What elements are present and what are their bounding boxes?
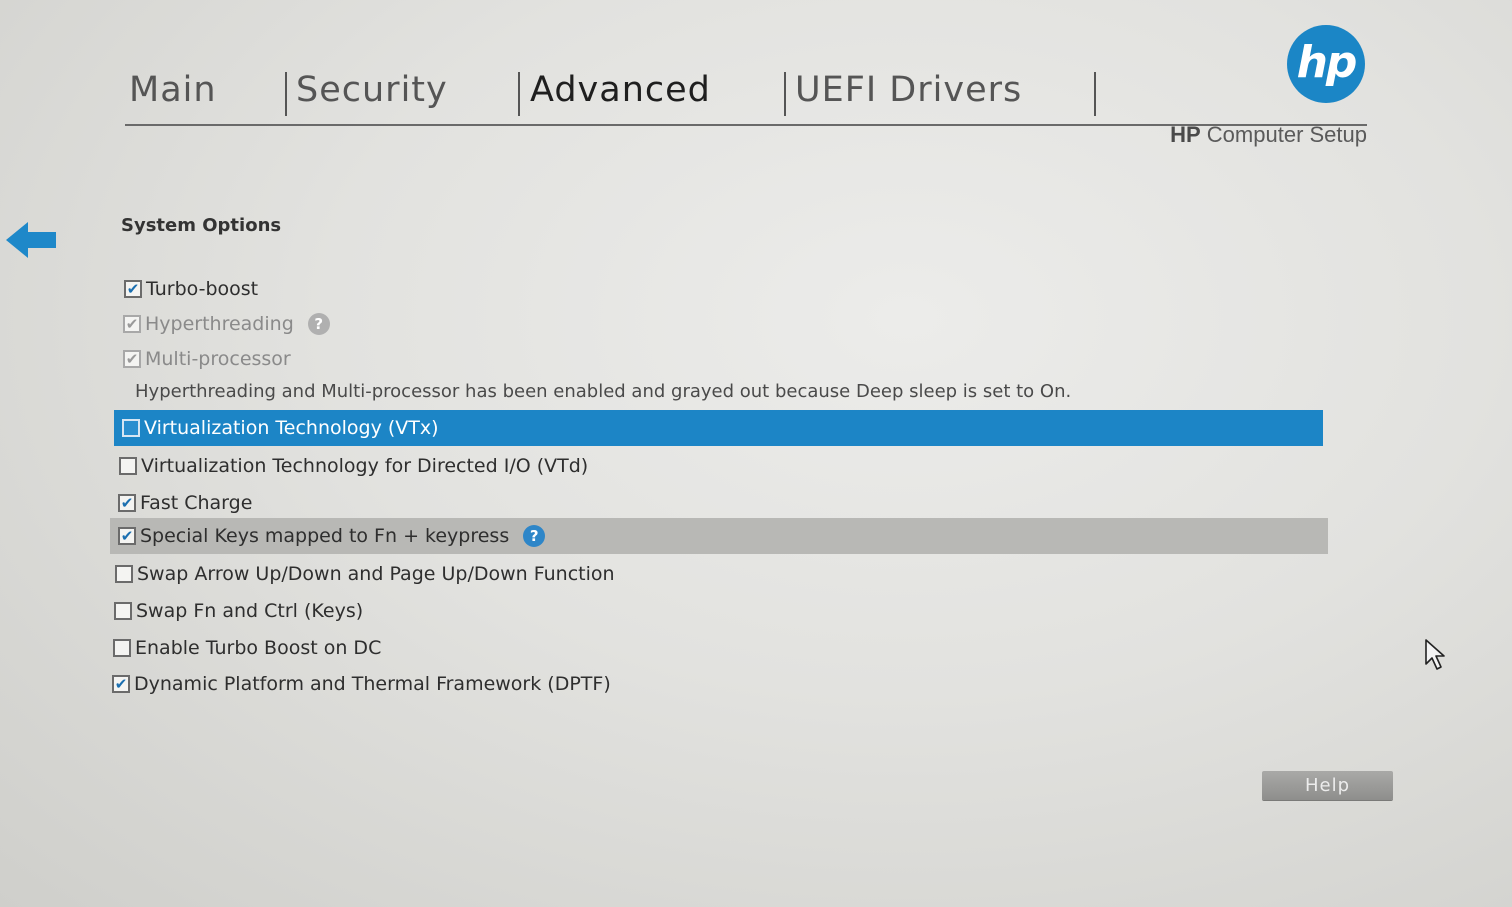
checkbox[interactable] — [119, 457, 137, 475]
option-swap-arrow-page[interactable]: Swap Arrow Up/Down and Page Up/Down Func… — [110, 556, 1328, 592]
checkbox: ✔ — [123, 315, 141, 333]
checkbox[interactable] — [114, 602, 132, 620]
option-label: Hyperthreading — [145, 313, 294, 335]
hp-logo: hp — [1287, 25, 1365, 103]
option-label: Enable Turbo Boost on DC — [135, 637, 382, 659]
option-fast-charge[interactable]: ✔ Fast Charge — [110, 485, 1328, 521]
mouse-cursor-icon — [1425, 639, 1445, 670]
checkbox[interactable] — [115, 565, 133, 583]
option-multi-processor: ✔ Multi-processor — [110, 341, 1328, 377]
help-circle-icon[interactable]: ? — [523, 525, 546, 547]
tab-divider — [518, 72, 520, 116]
option-label: Virtualization Technology (VTx) — [144, 417, 439, 439]
section-title: System Options — [121, 215, 282, 236]
tab-uefi-drivers[interactable]: UEFI Drivers — [795, 70, 1022, 110]
product-brand: HP — [1170, 122, 1201, 147]
checkbox: ✔ — [123, 350, 141, 368]
tab-security[interactable]: Security — [296, 70, 448, 110]
option-virtualization-vtx[interactable]: Virtualization Technology (VTx) — [114, 410, 1323, 446]
tab-advanced[interactable]: Advanced — [530, 70, 711, 110]
option-virtualization-vtd[interactable]: Virtualization Technology for Directed I… — [110, 448, 1328, 484]
option-label: Turbo-boost — [146, 278, 259, 300]
option-hyperthreading: ✔ Hyperthreading ? — [110, 306, 1328, 342]
product-title: HP Computer Setup — [1100, 122, 1367, 148]
checkbox[interactable] — [113, 639, 131, 657]
option-turbo-boost[interactable]: ✔ Turbo-boost — [110, 271, 1328, 307]
product-name: Computer Setup — [1206, 122, 1367, 147]
help-button[interactable]: Help — [1262, 771, 1393, 800]
help-circle-icon[interactable]: ? — [307, 313, 330, 335]
tab-bar: Main Security Advanced UEFI Drivers — [125, 62, 1367, 126]
option-label: Dynamic Platform and Thermal Framework (… — [134, 673, 611, 695]
option-label: Multi-processor — [145, 348, 291, 370]
checkbox[interactable]: ✔ — [124, 280, 142, 298]
checkbox[interactable] — [122, 419, 140, 437]
tab-divider — [285, 72, 287, 116]
option-label: Virtualization Technology for Directed I… — [141, 455, 589, 477]
option-label: Special Keys mapped to Fn + keypress — [140, 525, 510, 547]
option-label: Fast Charge — [140, 492, 253, 514]
back-arrow-icon[interactable] — [6, 222, 58, 258]
option-turbo-boost-dc[interactable]: Enable Turbo Boost on DC — [110, 630, 1328, 666]
option-dptf[interactable]: ✔ Dynamic Platform and Thermal Framework… — [110, 666, 1328, 702]
option-swap-fn-ctrl[interactable]: Swap Fn and Ctrl (Keys) — [110, 593, 1328, 629]
tab-main[interactable]: Main — [129, 70, 217, 110]
checkbox[interactable]: ✔ — [112, 675, 130, 693]
tab-divider — [1094, 72, 1096, 116]
checkbox[interactable]: ✔ — [118, 527, 136, 545]
option-label: Swap Fn and Ctrl (Keys) — [136, 600, 364, 622]
info-note: Hyperthreading and Multi-processor has b… — [135, 381, 1072, 402]
checkbox[interactable]: ✔ — [118, 494, 136, 512]
option-special-keys[interactable]: ✔ Special Keys mapped to Fn + keypress ? — [110, 518, 1328, 554]
option-label: Swap Arrow Up/Down and Page Up/Down Func… — [137, 563, 615, 585]
tab-divider — [784, 72, 786, 116]
